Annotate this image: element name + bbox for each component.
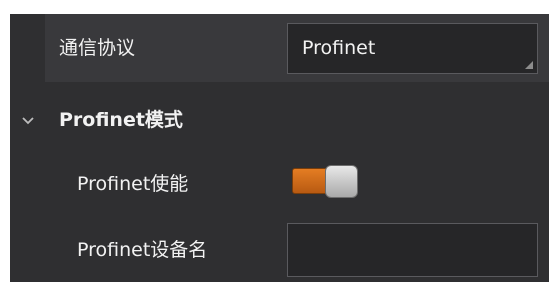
profinet-enable-label: Profinet使能: [77, 173, 189, 195]
protocol-label: 通信协议: [59, 37, 136, 59]
chevron-down-icon[interactable]: [22, 116, 34, 126]
profinet-enable-toggle[interactable]: [292, 165, 359, 198]
toggle-knob: [325, 165, 358, 198]
device-name-input[interactable]: [287, 223, 538, 277]
resize-grip-icon: [525, 61, 533, 69]
section-title[interactable]: Profinet模式: [59, 108, 183, 132]
properties-panel: 通信协议 Profinet Profinet模式 Profinet使能 Prof…: [0, 0, 549, 282]
protocol-field[interactable]: Profinet: [287, 23, 538, 74]
protocol-value: Profinet: [302, 37, 376, 59]
device-name-label: Profinet设备名: [77, 239, 208, 261]
